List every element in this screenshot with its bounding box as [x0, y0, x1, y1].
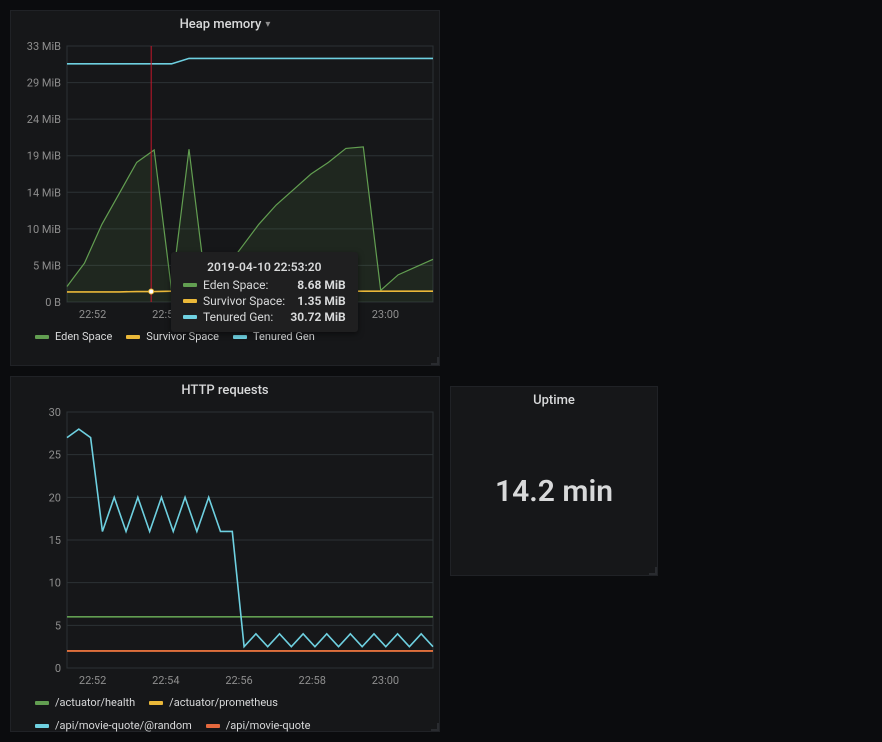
- tooltip-series-label: Tenured Gen:: [203, 310, 273, 324]
- panel-title-label: Uptime: [533, 393, 575, 408]
- legend-item[interactable]: /actuator/prometheus: [149, 696, 278, 709]
- http-legend: /actuator/health/actuator/prometheus/api…: [11, 692, 439, 738]
- panel-title[interactable]: Heap memory ▾: [11, 11, 439, 36]
- svg-text:19 MiB: 19 MiB: [27, 150, 61, 163]
- svg-text:20: 20: [49, 491, 61, 504]
- panel-title-label: Heap memory: [180, 17, 262, 32]
- svg-text:14 MiB: 14 MiB: [27, 186, 61, 199]
- svg-text:22:56: 22:56: [225, 674, 252, 687]
- svg-text:0: 0: [55, 662, 61, 675]
- svg-text:22:52: 22:52: [79, 674, 106, 687]
- tooltip-series-label: Eden Space:: [203, 278, 268, 292]
- panel-title: Uptime: [451, 387, 657, 412]
- http-chart-area[interactable]: 0 5 10 15 20 25 30 22:52 22:54 22:56 22:58 23:00: [11, 402, 439, 692]
- uptime-value: 14.2 min: [495, 474, 613, 509]
- tooltip-series-value: 8.68 MiB: [297, 278, 345, 292]
- panel-title: HTTP requests: [11, 377, 439, 402]
- tooltip-row: Survivor Space: 1.35 MiB: [183, 294, 346, 308]
- svg-text:0 B: 0 B: [45, 296, 61, 309]
- tooltip-row: Eden Space: 8.68 MiB: [183, 278, 346, 292]
- svg-text:33 MiB: 33 MiB: [27, 40, 61, 53]
- legend-swatch: [35, 701, 49, 705]
- tooltip-series-label: Survivor Space:: [203, 294, 285, 308]
- tooltip-series-value: 30.72 MiB: [290, 310, 345, 324]
- svg-text:23:00: 23:00: [372, 308, 399, 321]
- http-requests-panel[interactable]: HTTP requests 0 5 10 15 20 25 30 22:52 22:54 22:5…: [10, 376, 440, 732]
- tooltip-time: 2019-04-10 22:53:20: [183, 260, 346, 274]
- legend-label: /api/movie-quote: [226, 719, 311, 732]
- chart-tooltip: 2019-04-10 22:53:20 Eden Space: 8.68 MiB S…: [171, 252, 358, 332]
- legend-item[interactable]: /api/movie-quote: [206, 719, 311, 732]
- svg-text:22:58: 22:58: [299, 674, 326, 687]
- svg-text:5: 5: [55, 619, 61, 632]
- tooltip-row: Tenured Gen: 30.72 MiB: [183, 310, 346, 324]
- svg-text:22:52: 22:52: [79, 308, 106, 321]
- svg-text:24 MiB: 24 MiB: [27, 113, 61, 126]
- legend-swatch: [35, 335, 49, 339]
- legend-label: /api/movie-quote/@random: [55, 719, 192, 732]
- svg-text:5 MiB: 5 MiB: [33, 259, 61, 272]
- heap-chart-area[interactable]: 0 B 5 MiB 10 MiB 14 MiB 19 MiB 24 MiB 29 MiB 33…: [11, 36, 439, 326]
- legend-swatch: [183, 315, 197, 319]
- tooltip-series-value: 1.35 MiB: [297, 294, 345, 308]
- legend-item[interactable]: /api/movie-quote/@random: [35, 719, 192, 732]
- svg-text:22:54: 22:54: [152, 674, 179, 687]
- legend-swatch: [233, 335, 247, 339]
- svg-text:10 MiB: 10 MiB: [27, 223, 61, 236]
- legend-swatch: [35, 724, 49, 728]
- legend-swatch: [206, 724, 220, 728]
- legend-swatch: [183, 299, 197, 303]
- svg-text:15: 15: [49, 534, 61, 547]
- chevron-down-icon: ▾: [265, 19, 270, 30]
- svg-text:23:00: 23:00: [372, 674, 399, 687]
- svg-text:30: 30: [49, 406, 61, 419]
- svg-text:29 MiB: 29 MiB: [27, 77, 61, 90]
- resize-handle-icon[interactable]: [431, 357, 439, 365]
- uptime-panel[interactable]: Uptime 14.2 min: [450, 386, 658, 576]
- resize-handle-icon[interactable]: [431, 723, 439, 731]
- svg-text:10: 10: [49, 577, 61, 590]
- legend-item[interactable]: Eden Space: [35, 330, 112, 343]
- legend-swatch: [149, 701, 163, 705]
- panel-title-label: HTTP requests: [181, 383, 268, 398]
- legend-label: Eden Space: [55, 330, 112, 343]
- legend-label: /actuator/health: [55, 696, 135, 709]
- legend-label: /actuator/prometheus: [169, 696, 278, 709]
- legend-item[interactable]: /actuator/health: [35, 696, 135, 709]
- heap-memory-panel[interactable]: Heap memory ▾ 0 B 5 MiB 10 MiB 14 MiB 19 MiB…: [10, 10, 440, 366]
- legend-swatch: [126, 335, 140, 339]
- svg-text:25: 25: [49, 449, 61, 462]
- legend-swatch: [183, 283, 197, 287]
